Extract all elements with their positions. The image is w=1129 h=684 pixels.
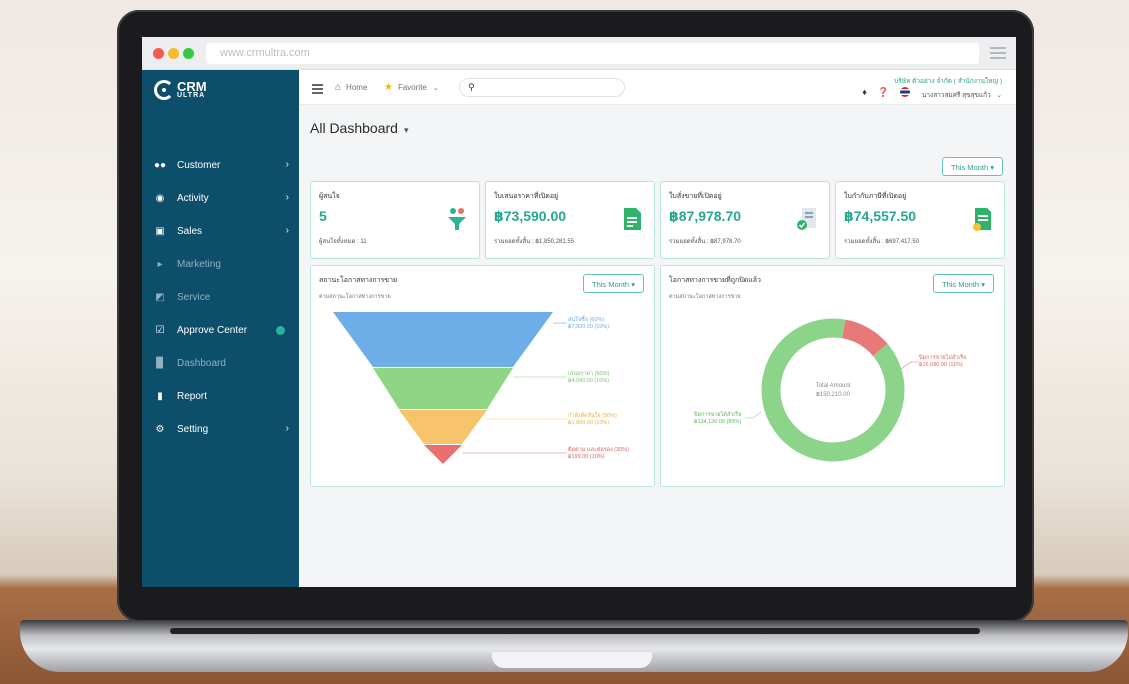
funnel-stage-3[interactable]	[399, 410, 487, 444]
browser-menu-icon[interactable]	[990, 47, 1006, 59]
user-menu[interactable]: นางสาวสมศรี สุขสุขแก้ว ⌄	[922, 90, 1002, 100]
sidebar-item-label: Customer	[177, 160, 221, 171]
notification-badge	[276, 326, 285, 335]
cash-icon: ▣	[155, 226, 165, 237]
funnel-amount-3: ฿1,800.00 (10%)	[568, 419, 609, 426]
sales-order-icon	[797, 208, 816, 230]
closed-opportunity-card: โอกาสทางการขายที่ถูกปิดแล้ว ตามสถานะโอกา…	[660, 265, 1005, 487]
stat-card-open-invoices[interactable]: ใบกำกับภาษีที่เปิดอยู่ ฿74,557.50 รวมยอด…	[835, 181, 1005, 259]
sidebar-item-dashboard[interactable]: ▉ Dashboard	[142, 347, 299, 380]
sidebar-nav: ●● Customer › ◉ Activity › ▣ Sales › ▸ M…	[142, 149, 299, 446]
company-name[interactable]: บริษัท ตัวอย่าง จำกัด ( สำนักงานใหญ่ )	[894, 76, 1002, 86]
funnel-label-3: กำลังตัดสินใจ (50%)	[568, 412, 617, 419]
caret-down-icon: ▾	[403, 125, 409, 135]
donut-amount-won: ฿134,130.00 (89%)	[694, 418, 741, 425]
star-icon: ★	[384, 82, 393, 93]
funnel-label-1: สนใจซื้อ (60%)	[568, 315, 604, 323]
sidebar-item-label: Approve Center	[177, 325, 248, 336]
quotation-icon	[624, 208, 641, 230]
sidebar-item-customer[interactable]: ●● Customer ›	[142, 149, 299, 182]
document-icon: ▮	[157, 391, 163, 402]
chat-icon: ◉	[155, 193, 165, 204]
maximize-window-button[interactable]	[183, 48, 194, 59]
sidebar-item-activity[interactable]: ◉ Activity ›	[142, 182, 299, 215]
stat-card-leads[interactable]: ผู้สนใจ 5 ผู้สนใจทั้งหมด : 11	[310, 181, 480, 259]
donut-label-lost: ปิดการขายไม่สำเร็จ	[918, 353, 966, 361]
dashboard-content: All Dashboard ▾ This Month ▾ ผู้สนใจ 5 ผู…	[299, 105, 1016, 587]
sidebar-item-label: Service	[177, 292, 211, 303]
favorite-dropdown[interactable]: ★ Favorite ⌄	[384, 82, 439, 93]
minimize-window-button[interactable]	[168, 48, 179, 59]
laptop-notch	[492, 652, 652, 668]
users-icon: ●●	[153, 160, 167, 171]
help-icon[interactable]: ❓	[878, 87, 889, 98]
search-icon: ⚲	[468, 82, 475, 92]
home-link[interactable]: ⌂ Home	[335, 82, 367, 93]
sidebar-item-report[interactable]: ▮ Report	[142, 380, 299, 413]
donut-leader-won	[745, 411, 762, 419]
sidebar-item-label: Marketing	[177, 259, 221, 270]
funnel-stage-4[interactable]	[424, 445, 462, 464]
sidebar-item-label: Dashboard	[177, 358, 226, 369]
chevron-right-icon: ›	[285, 423, 289, 434]
sidebar-item-marketing[interactable]: ▸ Marketing	[142, 248, 299, 281]
opportunity-funnel-card: สถานะโอกาสทางการขาย ตามสถานะโอกาสทางการข…	[310, 265, 655, 487]
bar-chart-icon: ▉	[156, 358, 164, 369]
stat-card-open-quotations[interactable]: ใบเสนอราคาที่เปิดอยู่ ฿73,590.00 รวมยอดท…	[485, 181, 655, 259]
chevron-down-icon: ⌄	[996, 92, 1002, 99]
donut-chart: Total Amount ฿150,210.00 ปิดการขายไม่สำเ…	[693, 318, 966, 462]
address-bar[interactable]: www.crmultra.com	[206, 43, 979, 64]
donut-label-won: ปิดการขายได้สำเร็จ	[693, 410, 741, 418]
donut-center-value: ฿150,210.00	[816, 391, 851, 398]
period-filter-button[interactable]: This Month ▾	[942, 157, 1003, 176]
donut-amount-lost: ฿16,080.00 (11%)	[919, 361, 963, 368]
hamburger-menu-icon[interactable]	[312, 84, 323, 96]
gear-icon: ⚙	[155, 424, 165, 435]
sidebar: CRM ULTRA ●● Customer › ◉ Activity › ▣ Sa…	[142, 70, 299, 587]
funnel-label-2: เสนอราคา (60%)	[568, 370, 609, 377]
check-square-icon: ☑	[155, 325, 165, 336]
search-input[interactable]: ⚲	[459, 78, 625, 97]
funnel-stage-1[interactable]	[333, 312, 553, 367]
sidebar-item-label: Sales	[177, 226, 203, 237]
sidebar-item-label: Activity	[177, 193, 209, 204]
sidebar-item-label: Report	[177, 391, 208, 402]
thai-flag-icon[interactable]	[900, 87, 910, 97]
chevron-down-icon: ⌄	[432, 84, 439, 92]
megaphone-icon: ▸	[157, 259, 163, 270]
sidebar-item-sales[interactable]: ▣ Sales ›	[142, 215, 299, 248]
chevron-right-icon: ›	[285, 225, 289, 236]
laptop-hinge	[170, 628, 980, 634]
close-window-button[interactable]	[153, 48, 164, 59]
headset-icon: ◩	[155, 292, 165, 303]
invoice-icon	[973, 208, 991, 231]
browser-toolbar: www.crmultra.com	[142, 37, 1016, 70]
sidebar-item-label: Setting	[177, 424, 209, 435]
app-header: ⌂ Home ★ Favorite ⌄ ⚲ บริษัท ตัวอย่าง จำ…	[299, 70, 1016, 105]
donut-center-label: Total Amount	[816, 383, 851, 389]
home-icon: ⌂	[335, 82, 342, 93]
stat-card-open-sales-orders[interactable]: ใบสั่งขายที่เปิดอยู่ ฿87,978.70 รวมยอดทั…	[660, 181, 830, 259]
laptop-screen: www.crmultra.com CRM ULTRA ●● Customer › …	[142, 37, 1016, 587]
funnel-amount-4: ฿199.00 (10%)	[568, 453, 605, 460]
funnel-amount-1: ฿7,800.00 (10%)	[568, 323, 609, 330]
funnel-amount-2: ฿4,040.00 (10%)	[568, 377, 609, 384]
sidebar-item-service[interactable]: ◩ Service	[142, 281, 299, 314]
page-title[interactable]: All Dashboard ▾	[310, 120, 408, 136]
sidebar-item-approve-center[interactable]: ☑ Approve Center	[142, 314, 299, 347]
funnel-stage-2[interactable]	[373, 368, 513, 409]
chevron-right-icon: ›	[285, 159, 289, 170]
bell-icon[interactable]: ♦	[862, 87, 867, 98]
sidebar-item-setting[interactable]: ⚙ Setting ›	[142, 413, 299, 446]
chevron-right-icon: ›	[285, 192, 289, 203]
logo-mark-icon	[154, 80, 174, 100]
crm-ultra-logo[interactable]: CRM ULTRA	[154, 80, 207, 100]
people-funnel-icon	[448, 208, 466, 230]
donut-leader-lost	[900, 361, 919, 370]
funnel-label-4: ติดตาม และต่อรอง (30%)	[568, 446, 629, 453]
funnel-chart: สนใจซื้อ (60%) ฿7,800.00 (10%) เสนอราคา …	[333, 312, 629, 464]
